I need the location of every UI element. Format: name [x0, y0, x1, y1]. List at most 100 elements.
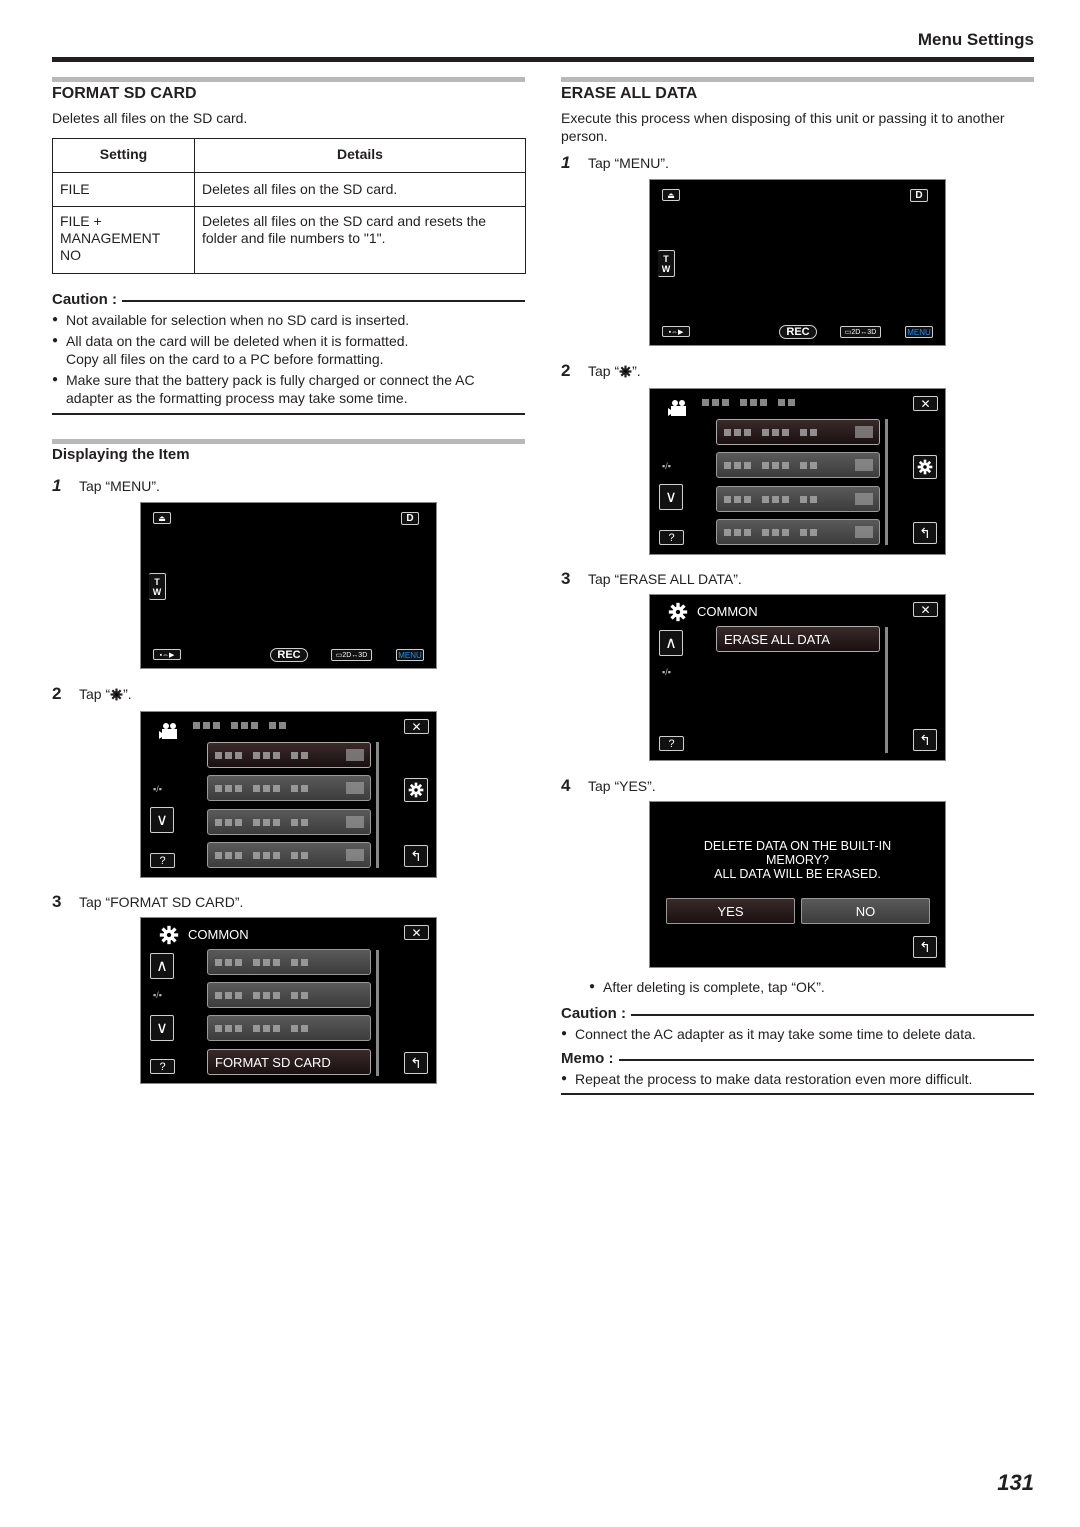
menu-title-blurred [193, 722, 286, 729]
page-number: 131 [997, 1470, 1034, 1495]
close-icon[interactable]: ✕ [913, 396, 938, 411]
menu-item[interactable] [716, 519, 880, 545]
2d3d-button[interactable]: ▭2D↔3D [331, 649, 372, 661]
page-header-title: Menu Settings [917, 30, 1034, 49]
scrollbar[interactable] [885, 627, 888, 753]
gear-icon [408, 782, 424, 798]
settings-table: Setting Details FILE Deletes all files o… [52, 138, 526, 274]
caution-list: Connect the AC adapter as it may take so… [561, 1025, 1034, 1043]
rec-button[interactable]: REC [779, 325, 817, 339]
scroll-up-icon[interactable]: ∧ [150, 953, 174, 979]
memo-label: Memo : [561, 1050, 614, 1067]
format-sd-card-item[interactable]: FORMAT SD CARD [207, 1049, 371, 1075]
after-note-item: After deleting is complete, tap “OK”. [589, 978, 1029, 996]
close-icon[interactable]: ✕ [404, 719, 429, 734]
close-icon[interactable]: ✕ [404, 925, 429, 940]
back-icon[interactable]: ↰ [913, 729, 937, 751]
back-icon[interactable]: ↰ [913, 936, 937, 958]
common-title: COMMON [697, 604, 758, 619]
help-button[interactable]: ? [659, 736, 684, 751]
common-title: COMMON [188, 927, 249, 942]
d-button[interactable]: D [401, 512, 419, 525]
help-button[interactable]: ? [150, 853, 175, 868]
menu-button[interactable]: MENU [396, 649, 424, 661]
back-icon[interactable]: ↰ [404, 845, 428, 867]
menu-button[interactable]: MENU [905, 326, 933, 338]
step-number: 1 [52, 476, 62, 495]
settings-gear-button[interactable] [913, 455, 937, 479]
gear-icon [668, 602, 688, 622]
step-number: 1 [561, 153, 571, 172]
zoom-tw-button[interactable]: TW [149, 573, 166, 600]
menu-item[interactable] [207, 775, 371, 801]
menu-item[interactable] [716, 486, 880, 512]
zoom-w: W [152, 586, 162, 597]
table-row: FILE Deletes all files on the SD card. [52, 172, 526, 207]
camera-menu-screen: ✕ ▪/▪ ∨ ? ↰ [140, 711, 437, 878]
format-sd-section: FORMAT SD CARD Deletes all files on the … [52, 77, 526, 463]
cell-setting: FILE + MANAGEMENT NO [52, 206, 195, 274]
caution-item: Not available for selection when no SD c… [52, 311, 525, 329]
caution-list: Not available for selection when no SD c… [52, 311, 525, 407]
menu-item[interactable] [207, 1015, 371, 1041]
help-button[interactable]: ? [659, 530, 684, 545]
scroll-down-icon[interactable]: ∨ [659, 484, 683, 510]
scroll-down-icon[interactable]: ∨ [150, 807, 174, 833]
step-number: 4 [561, 776, 571, 795]
gear-icon [619, 365, 632, 378]
back-icon[interactable]: ↰ [404, 1052, 428, 1074]
step-number: 3 [561, 569, 571, 588]
step-1: 1 Tap “MENU”. [561, 153, 669, 173]
scroll-up-icon[interactable]: ∧ [659, 630, 683, 656]
camera-common-screen: COMMON ✕ ERASE ALL DATA ∧ ▪/▪ ? ↰ [649, 594, 946, 761]
scroll-down-icon[interactable]: ∨ [150, 1015, 174, 1041]
2d3d-button[interactable]: ▭2D↔3D [840, 326, 881, 338]
erase-all-section: ERASE ALL DATA Execute this process when… [561, 77, 1034, 145]
caution-label: Caution : [52, 291, 117, 308]
step-2: 2 Tap “ ”. [52, 684, 132, 704]
menu-item[interactable] [207, 842, 371, 868]
cell-line: MANAGEMENT [60, 230, 161, 246]
menu-item[interactable] [716, 452, 880, 478]
rec-button[interactable]: REC [270, 648, 308, 662]
menu-item[interactable] [207, 982, 371, 1008]
scrollbar[interactable] [376, 742, 379, 868]
eject-icon[interactable]: ⏏ [662, 189, 680, 201]
help-button[interactable]: ? [150, 1059, 175, 1074]
playback-mode-button[interactable]: ▪⇔▶ [153, 649, 181, 660]
erase-all-data-item[interactable]: ERASE ALL DATA [716, 626, 880, 652]
camera-live-screen: ⏏ D TW ▪⇔▶ REC ▭2D↔3D MENU [140, 502, 437, 669]
step-text-after: ”. [632, 363, 641, 379]
eject-icon[interactable]: ⏏ [153, 512, 171, 524]
menu-item[interactable] [207, 949, 371, 975]
back-icon[interactable]: ↰ [913, 522, 937, 544]
scrollbar[interactable] [376, 950, 379, 1076]
close-icon[interactable]: ✕ [913, 602, 938, 617]
menu-item[interactable] [207, 809, 371, 835]
section-bar [52, 77, 525, 82]
displaying-section: Displaying the Item [52, 438, 525, 463]
cell-details: Deletes all files on the SD card and res… [194, 206, 526, 274]
memo-list: Repeat the process to make data restorat… [561, 1070, 1034, 1088]
menu-item[interactable] [716, 419, 880, 445]
zoom-w: W [661, 263, 671, 274]
yes-button[interactable]: YES [666, 898, 795, 924]
step-3: 3 Tap “FORMAT SD CARD”. [52, 892, 243, 912]
caution-end-rule [52, 413, 525, 415]
no-button[interactable]: NO [801, 898, 930, 924]
step-text-before: Tap “ [588, 363, 620, 379]
header-setting: Setting [52, 138, 195, 173]
step-2: 2 Tap “ ”. [561, 361, 641, 381]
settings-gear-button[interactable] [404, 778, 428, 802]
playback-mode-button[interactable]: ▪⇔▶ [662, 326, 690, 337]
step-number: 2 [52, 684, 62, 703]
scrollbar[interactable] [885, 419, 888, 545]
d-button[interactable]: D [910, 189, 928, 202]
page-indicator: ▪/▪ [153, 784, 162, 794]
after-note-list: After deleting is complete, tap “OK”. [589, 978, 1029, 996]
caution-item: Make sure that the battery pack is fully… [52, 371, 525, 407]
camera-menu-screen: ✕ ▪/▪ ∨ ? ↰ [649, 388, 946, 555]
memo-rule [618, 1059, 1034, 1061]
zoom-tw-button[interactable]: TW [658, 250, 675, 277]
menu-item[interactable] [207, 742, 371, 768]
